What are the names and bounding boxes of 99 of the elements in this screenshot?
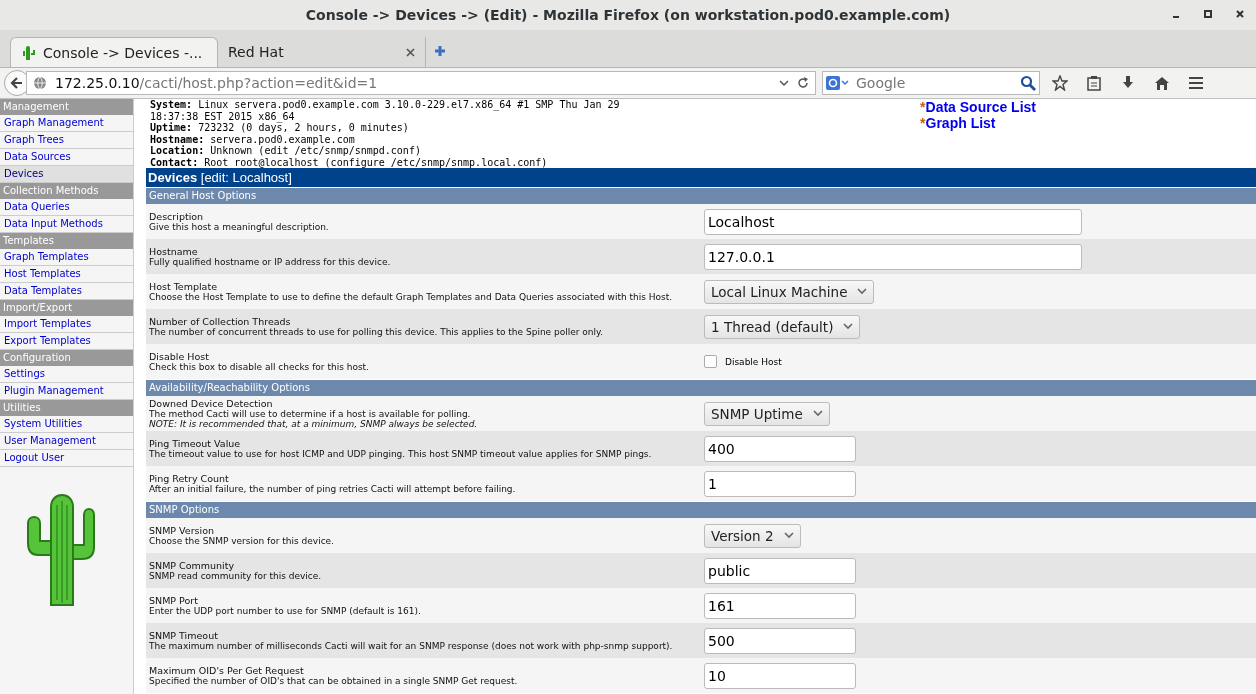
field-description: Give this host a meaningful description. (149, 222, 330, 232)
sidebar-link[interactable]: Data Queries (0, 199, 133, 216)
bullet-mark: * (920, 115, 926, 131)
sidebar-link[interactable]: Host Templates (0, 266, 133, 283)
browser-tab[interactable]: Red Hat (218, 37, 426, 67)
home-icon (1154, 75, 1170, 91)
sidebar-header: Utilities (0, 400, 133, 416)
field-label: Downed Device Detection (149, 398, 274, 409)
sidebar-link[interactable]: Logout User (0, 450, 133, 467)
url-text: 172.25.0.10/cacti/host.php?action=edit&id=1 (55, 75, 378, 91)
field-description: The timeout value to use for host ICMP and UDP pinging. This host SNMP timeout value applies for SNMP pings. (149, 449, 653, 459)
field-label: Ping Timeout Value (149, 438, 242, 449)
host-info-line: Contact: Root root@localhost (configure /etc/snmp/snmp.local.conf) (150, 156, 549, 168)
input-field[interactable]: 10 (704, 662, 856, 689)
input-field[interactable]: Localhost (704, 208, 1082, 235)
dropdown[interactable]: 1 Thread (default) (704, 314, 861, 339)
section-header: SNMP Options (146, 501, 1256, 518)
menu-icon (1188, 75, 1204, 91)
search-bar[interactable]: Google (822, 71, 1040, 95)
sidebar-link[interactable]: Import Templates (0, 316, 133, 333)
checkbox[interactable] (704, 355, 717, 368)
field-label: Maximum OID's Per Get Request (149, 665, 305, 676)
field-label: SNMP Port (149, 595, 199, 606)
back-arrow-icon (10, 76, 24, 90)
bookmark-star-icon (1052, 75, 1068, 91)
field-description: Specified the number of OID's that can be obtained in a single SNMP Get request. (149, 676, 519, 686)
quick-link[interactable]: Data Source List (925, 99, 1036, 115)
search-icon (1020, 75, 1036, 91)
caret-icon (812, 410, 823, 417)
field-label: Ping Retry Count (149, 473, 230, 484)
sidebar-link[interactable]: Graph Templates (0, 249, 133, 266)
field-label: Hostname (149, 246, 199, 257)
input-field[interactable]: 161 (704, 592, 856, 619)
field-description: Enter the UDP port number to use for SNMP (default is 161). (149, 606, 422, 616)
field-description: Fully qualified hostname or IP address for this device. (149, 257, 392, 267)
sidebar-link[interactable]: Graph Management (0, 115, 133, 132)
field-description: The number of concurrent threads to use for polling this device. This applies to the Spine poller only. (149, 327, 604, 337)
address-bar[interactable]: 172.25.0.10/cacti/host.php?action=edit&id=1 (26, 71, 816, 95)
field-label: Description (149, 211, 205, 222)
dropdown[interactable]: SNMP Uptime (704, 401, 830, 426)
maximize-icon (1204, 10, 1212, 18)
caret-icon (843, 323, 854, 330)
input-field[interactable]: 127.0.0.1 (704, 243, 1082, 270)
caret-icon (857, 288, 868, 295)
sidebar-link[interactable]: System Utilities (0, 416, 133, 433)
sidebar-link[interactable]: Settings (0, 366, 133, 383)
field-label: Number of Collection Threads (149, 316, 292, 327)
sidebar-header: Templates (0, 233, 133, 249)
sidebar-link[interactable]: User Management (0, 433, 133, 450)
sidebar-header: Management (0, 99, 133, 115)
close-icon (406, 47, 415, 57)
tab-label: Console -> Devices -... (43, 44, 203, 61)
host-info-line: System: Linux servera.pod0.example.com 3.10.0-229.el7.x86_64 #1 SMP Thu Jan 29 18:37:38 EST 2015 x86_64 (150, 99, 620, 122)
browser-tab[interactable]: Console -> Devices -... (10, 37, 218, 67)
caret-icon (783, 532, 794, 539)
field-description: The method Cacti will use to determine if a host is available for polling. (149, 409, 472, 419)
globe-icon (33, 76, 47, 90)
close-icon (1236, 10, 1244, 18)
input-field[interactable]: public (704, 557, 856, 584)
sidebar-header: Configuration (0, 350, 133, 366)
window-title: Console -> Devices -> (Edit) - Mozilla Firefox (on workstation.pod0.example.com) (305, 7, 951, 23)
dropdown[interactable]: Version 2 (704, 523, 801, 548)
host-info-line: Uptime: 723232 (0 days, 2 hours, 0 minutes) (150, 122, 410, 134)
bullet-mark: * (920, 99, 926, 115)
section-header: General Host Options (146, 187, 1256, 204)
field-label: SNMP Timeout (149, 630, 219, 641)
sidebar-link[interactable]: Devices (0, 166, 133, 183)
checkbox-label: Disable Host (725, 356, 782, 367)
field-note: NOTE: It is recommended that, at a minimum, SNMP always be selected. (149, 419, 479, 429)
field-description: After an initial failure, the number of ping retries Cacti will attempt before failing. (149, 484, 517, 494)
plus-icon (434, 45, 446, 57)
search-engine-icon (826, 76, 850, 90)
clipboard-icon (1086, 75, 1102, 91)
sidebar-header: Import/Export (0, 300, 133, 316)
dropdown-icon (779, 79, 789, 87)
quick-link[interactable]: Graph List (925, 115, 996, 131)
sidebar-header: Collection Methods (0, 183, 133, 199)
field-label: Disable Host (149, 351, 210, 362)
input-field[interactable]: 1 (704, 470, 856, 497)
input-field[interactable]: 400 (704, 435, 856, 462)
maximize-button[interactable] (1202, 8, 1214, 20)
close-button[interactable] (1234, 8, 1246, 20)
field-description: SNMP read community for this device. (149, 571, 323, 581)
field-label: SNMP Version (149, 525, 215, 536)
dropdown[interactable]: Local Linux Machine (704, 279, 875, 304)
host-info-line: Location: Unknown (edit /etc/snmp/snmpd.conf) (150, 145, 422, 157)
field-label: SNMP Community (149, 560, 236, 571)
sidebar-link[interactable]: Graph Trees (0, 132, 133, 149)
host-info-line: Hostname: servera.pod0.example.com (150, 133, 356, 145)
field-description: Choose the SNMP version for this device. (149, 536, 335, 546)
field-description: Choose the Host Template to use to define the default Graph Templates and Data Queries associated with this Host. (149, 292, 674, 302)
form-header: Devices [edit: Localhost] (146, 168, 1256, 187)
tab-label: Red Hat (228, 44, 285, 60)
field-description: The maximum number of milliseconds Cacti will wait for an SNMP response (does not work with php-snmp support). (149, 641, 674, 651)
field-label: Host Template (149, 281, 218, 292)
section-header: Availability/Reachability Options (146, 379, 1256, 396)
field-description: Check this box to disable all checks for this host. (149, 362, 370, 372)
reload-icon (797, 77, 809, 89)
input-field[interactable]: 500 (704, 627, 856, 654)
